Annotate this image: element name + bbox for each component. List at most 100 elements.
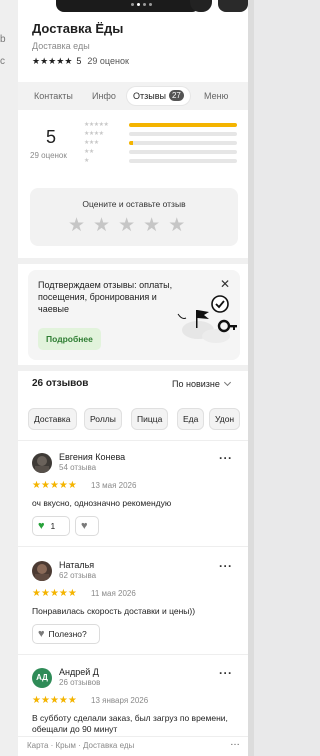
sort-label: По новизне [172, 379, 220, 389]
distribution-bar [129, 123, 237, 127]
review-text: Понравилась скорость доставки и цены)) [32, 606, 196, 616]
filter-chip-pizza[interactable]: Пицца [131, 408, 169, 430]
review-author[interactable]: Наталья [59, 560, 94, 570]
gallery-logo[interactable] [190, 0, 212, 12]
gallery-dot-active [137, 3, 140, 6]
distribution-bar [129, 150, 237, 154]
distribution-stars-icon: ★★★★ [84, 131, 104, 137]
like-button[interactable]: ♥ 1 [32, 516, 70, 536]
rating-count: 29 оценок [87, 56, 129, 66]
distribution-bar-fill [129, 141, 134, 145]
tab-menu[interactable]: Меню [204, 87, 228, 105]
distribution-stars-icon: ★★ [84, 149, 94, 155]
rate-prompt-label: Оцените и оставьте отзыв [82, 199, 186, 209]
review-stars: ★ ★ ★ ★ ★ [32, 480, 77, 491]
heart-broken-icon: ♥ [81, 520, 88, 532]
close-icon[interactable]: ✕ [220, 278, 230, 290]
rating-value: 5 [76, 56, 82, 66]
sort-dropdown[interactable]: По новизне [172, 378, 231, 389]
filter-chip-food[interactable]: Еда [177, 408, 205, 430]
more-options-icon[interactable]: ··· [219, 560, 233, 572]
filter-chip-udon[interactable]: Удон [209, 408, 241, 430]
more-options-icon[interactable]: … [230, 737, 240, 748]
distribution-stars-icon: ★ [84, 158, 89, 164]
breadcrumb[interactable]: Карта · Крым · Доставка еды [27, 741, 134, 750]
heart-filled-icon: ♥ [38, 520, 45, 532]
tab-reviews[interactable]: Отзывы 27 [127, 87, 190, 105]
rating-score: 5 [46, 127, 57, 147]
list-divider [18, 654, 248, 655]
heart-icon: ♥ [38, 628, 45, 640]
rating-stars-icon: ★ ★ ★ ★ ★ [32, 55, 73, 66]
review-author[interactable]: Андрей Д [59, 667, 99, 677]
avatar[interactable] [32, 561, 52, 581]
verified-reviews-illustration-icon [177, 295, 237, 343]
filter-chip-delivery[interactable]: Доставка [28, 408, 77, 430]
rate-star-1-icon[interactable]: ★ [68, 216, 85, 235]
review-date: 11 мая 2026 [91, 589, 136, 598]
side-panel-strip: b с [0, 0, 18, 756]
section-divider [18, 258, 248, 264]
organization-rating[interactable]: ★ ★ ★ ★ ★ 5 29 оценок [32, 56, 129, 66]
more-options-icon[interactable]: ··· [219, 452, 233, 464]
side-strip-label-3: с [0, 56, 5, 67]
list-divider [18, 440, 248, 441]
distribution-stars-icon: ★★★ [84, 140, 99, 146]
gallery-photo-next[interactable] [218, 0, 248, 12]
more-options-icon[interactable]: ··· [219, 667, 233, 679]
dislike-button[interactable]: ♥ [75, 516, 99, 536]
gallery-dot [143, 3, 146, 6]
review-date: 13 мая 2026 [91, 481, 137, 490]
review-text: оч вкусно, однозначно рекомендую [32, 498, 172, 508]
rate-star-5-icon[interactable]: ★ [168, 216, 185, 235]
rate-stars: ★ ★ ★ ★ ★ [68, 216, 185, 235]
review-text: В субботу сделали заказ, был загруз по в… [32, 713, 228, 734]
helpful-label: Полезно? [48, 629, 87, 639]
avatar[interactable] [32, 453, 52, 473]
review-stars: ★ ★ ★ ★ ★ [32, 588, 77, 599]
rate-star-4-icon[interactable]: ★ [143, 216, 160, 235]
distribution-bar-fill [129, 123, 237, 127]
chevron-down-icon [223, 378, 231, 387]
promo-text: Подтверждаем отзывы: оплаты, посещения, … [38, 280, 173, 314]
map-edge [248, 0, 254, 756]
review-author-count: 54 отзыва [59, 463, 97, 472]
promo-more-button[interactable]: Подробнее [38, 328, 101, 350]
gallery-dot [149, 3, 152, 6]
helpful-button[interactable]: ♥ Полезно? [32, 624, 100, 644]
tab-info[interactable]: Инфо [92, 87, 116, 105]
list-divider [18, 546, 248, 547]
organization-category[interactable]: Доставка еды [32, 41, 90, 51]
gallery-photo-main[interactable] [56, 0, 200, 12]
review-stars: ★ ★ ★ ★ ★ [32, 695, 77, 706]
like-count: 1 [50, 521, 56, 531]
photo-gallery[interactable] [18, 0, 248, 12]
reviews-count-badge: 27 [168, 90, 184, 101]
reviews-count-heading: 26 отзывов [32, 378, 89, 389]
review-author-count: 62 отзыва [59, 571, 97, 580]
tab-reviews-label: Отзывы [133, 91, 166, 101]
avatar[interactable]: АД [32, 668, 52, 688]
avatar-photo-icon [35, 456, 49, 473]
rate-prompt: Оцените и оставьте отзыв ★ ★ ★ ★ ★ [30, 188, 238, 246]
gallery-dots [131, 3, 152, 6]
gallery-dot [131, 3, 134, 6]
rate-star-2-icon[interactable]: ★ [93, 216, 110, 235]
tab-contacts[interactable]: Контакты [34, 87, 73, 105]
promo-card: Подтверждаем отзывы: оплаты, посещения, … [28, 270, 240, 360]
distribution-stars-icon: ★★★★★ [84, 122, 109, 128]
distribution-bar [129, 132, 237, 136]
review-date: 13 января 2026 [91, 696, 149, 705]
section-divider [18, 365, 248, 371]
review-author[interactable]: Евгения Конева [59, 452, 125, 462]
rate-star-3-icon[interactable]: ★ [118, 216, 135, 235]
avatar-photo-icon [35, 564, 49, 581]
distribution-bar [129, 159, 237, 163]
distribution-bar [129, 141, 237, 145]
side-strip-label-2: b [0, 34, 6, 45]
review-author-count: 26 отзывов [59, 678, 101, 687]
filter-chip-rolls[interactable]: Роллы [84, 408, 122, 430]
tabs-bar: Контакты Инфо Отзывы 27 Меню [18, 82, 248, 110]
rating-score-count: 29 оценок [30, 151, 67, 160]
breadcrumb-footer: Карта · Крым · Доставка еды … [18, 736, 248, 756]
